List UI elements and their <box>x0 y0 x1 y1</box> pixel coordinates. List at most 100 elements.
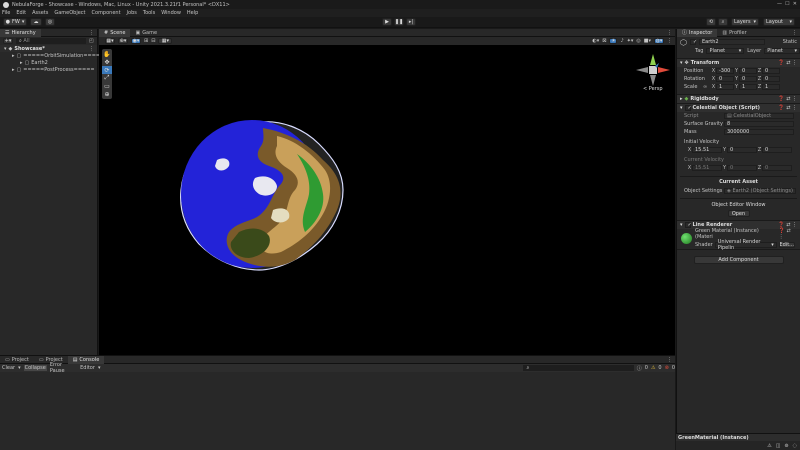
progress-icon[interactable]: ◌ <box>793 443 797 449</box>
initial-velocity-y-field[interactable]: 0 <box>727 147 757 153</box>
layout-dropdown[interactable]: Layout ▾ <box>763 18 795 26</box>
open-button[interactable]: Open <box>727 210 750 217</box>
cache-icon[interactable]: ◫ <box>776 443 781 449</box>
menu-tools[interactable]: Tools <box>143 10 155 16</box>
grid-icon[interactable]: ⊞ <box>144 38 148 44</box>
mass-field[interactable]: 3000000 <box>724 129 794 135</box>
tab-game[interactable]: ▣ Game <box>130 29 162 37</box>
menu-jobs[interactable]: Jobs <box>127 10 137 16</box>
shading-mode-icon[interactable]: ◐▾ <box>592 38 599 44</box>
rotate-tool-icon[interactable]: ⟳ <box>102 66 112 74</box>
preview-header[interactable]: GreenMaterial (Instance) <box>676 433 800 441</box>
scale-x-field[interactable]: 1 <box>716 84 734 90</box>
chevron-down-icon[interactable]: ▾ <box>18 365 21 371</box>
shader-dropdown[interactable]: Universal Render Pipelin ▾ <box>714 239 777 251</box>
hand-tool-icon[interactable]: ✋ <box>102 50 112 58</box>
transform-tool-icon[interactable]: ⊕ <box>102 90 112 98</box>
transform-header[interactable]: ▾ ✥ Transform ❓ ⇄ ⋮ <box>677 58 800 67</box>
more-options-icon[interactable]: ⋮ <box>667 30 672 36</box>
snap-icon[interactable]: ⊟ <box>151 38 155 44</box>
static-toggle[interactable]: Static <box>783 39 797 45</box>
add-button[interactable]: +▾ <box>3 38 13 44</box>
component-options-icon[interactable]: ❓ ⇄ ⋮ <box>779 228 797 240</box>
list-item[interactable]: ▸ ▢ =====OrbitSimulation===== <box>0 52 104 59</box>
info-count-icon[interactable]: ⓘ <box>637 365 642 372</box>
menu-file[interactable]: File <box>2 10 10 16</box>
audio-toggle-icon[interactable]: ♪ <box>620 38 623 44</box>
tab-inspector[interactable]: ⓘ Inspector <box>677 28 718 37</box>
menu-assets[interactable]: Assets <box>32 10 48 16</box>
position-z-field[interactable]: 0 <box>762 68 780 74</box>
more-options-icon[interactable]: ⋮ <box>667 357 672 363</box>
warning-count-icon[interactable]: ⚠ <box>651 365 655 371</box>
clear-button[interactable]: Clear <box>2 365 15 371</box>
scale-z-field[interactable]: 1 <box>762 84 780 90</box>
increment-snap-button[interactable]: ▦▾ <box>158 38 173 44</box>
draw-mode-button[interactable]: ▦▾ <box>105 38 115 44</box>
object-name-field[interactable]: Earth2 <box>698 39 765 45</box>
list-item[interactable]: ▾ ◆ Showcase* ⋮ <box>0 45 97 52</box>
scene-orientation-gizmo[interactable]: < Persp <box>635 53 671 97</box>
list-item[interactable]: ▸ ▢ Earth2 <box>0 59 97 66</box>
layer-dropdown[interactable]: Planet ▾ <box>764 48 800 54</box>
tab-scene[interactable]: # Scene <box>99 28 131 37</box>
position-x-field[interactable]: -300 <box>716 68 734 74</box>
rotation-y-field[interactable]: 0 <box>739 76 757 82</box>
search-button[interactable]: ⌕ <box>718 18 728 26</box>
lighting-toggle-button[interactable]: ☀ <box>609 38 618 44</box>
console-search-input[interactable]: ⌕ <box>523 365 634 371</box>
window-controls[interactable]: — ☐ ✕ <box>777 1 797 7</box>
history-button[interactable]: ⟲ <box>706 18 716 26</box>
menu-gameobject[interactable]: GameObject <box>54 10 85 16</box>
hidden-objects-icon[interactable]: ◎ <box>636 38 640 44</box>
planet-earth2[interactable] <box>177 114 347 274</box>
layers-dropdown[interactable]: Layers ▾ <box>731 18 759 26</box>
console-warning-icon[interactable]: ⚠ <box>767 443 771 449</box>
surface-gravity-field[interactable]: 8 <box>724 121 794 127</box>
celestial-object-header[interactable]: ▾ ✓ Celestial Object (Script) ❓ ⇄ ⋮ <box>677 103 800 112</box>
menu-component[interactable]: Component <box>92 10 121 16</box>
rigidbody-header[interactable]: ▸ ◆ Rigidbody ❓ ⇄ ⋮ <box>677 94 800 103</box>
collab-status-icon[interactable]: ⊚ <box>784 443 788 449</box>
initial-velocity-x-field[interactable]: 15.51 <box>692 147 722 153</box>
effects-icon[interactable]: ✦▾ <box>627 38 634 44</box>
tab-hierarchy[interactable]: ☰ Hierarchy <box>0 28 41 37</box>
hierarchy-search-input[interactable]: ⌕ All <box>16 38 86 44</box>
camera-icon[interactable]: ■▾ <box>644 38 651 44</box>
initial-velocity-z-field[interactable]: 0 <box>762 147 792 153</box>
edit-shader-button[interactable]: Edit... <box>778 242 795 248</box>
rect-tool-icon[interactable]: ▭ <box>102 82 112 90</box>
rotation-x-field[interactable]: 0 <box>716 76 734 82</box>
component-options-icon[interactable]: ❓ ⇄ ⋮ <box>778 105 797 111</box>
global-button[interactable]: ◉▾ <box>131 38 141 44</box>
tab-profiler[interactable]: ▥ Profiler <box>717 29 751 37</box>
tab-project[interactable]: ▭ Project <box>0 356 34 364</box>
account-button[interactable]: ● FW ▾ <box>3 18 27 26</box>
link-icon[interactable]: ∞ <box>703 84 711 90</box>
more-options-icon[interactable]: ⋮ <box>667 38 672 44</box>
scale-tool-icon[interactable]: ⤢ <box>102 74 112 82</box>
more-options-icon[interactable]: ⋮ <box>89 30 94 36</box>
position-y-field[interactable]: 0 <box>739 68 757 74</box>
scale-y-field[interactable]: 1 <box>739 84 757 90</box>
menu-edit[interactable]: Edit <box>16 10 26 16</box>
menu-help[interactable]: Help <box>187 10 198 16</box>
component-options-icon[interactable]: ❓ ⇄ ⋮ <box>778 96 797 102</box>
2d-toggle-icon[interactable]: ⊠ <box>602 38 606 44</box>
editor-dropdown[interactable]: Editor <box>80 365 95 371</box>
chevron-down-icon[interactable]: ▾ <box>98 365 101 371</box>
move-tool-icon[interactable]: ✥ <box>102 58 112 66</box>
lock-icon[interactable]: ◰ <box>89 38 94 44</box>
active-checkbox[interactable]: ✓ <box>689 39 697 45</box>
component-options-icon[interactable]: ❓ ⇄ ⋮ <box>778 60 797 66</box>
more-options-icon[interactable]: ⋮ <box>89 46 94 52</box>
add-component-button[interactable]: Add Component <box>693 256 784 264</box>
tag-dropdown[interactable]: Planet ▾ <box>706 48 745 54</box>
more-options-icon[interactable]: ⋮ <box>792 30 797 36</box>
list-item[interactable]: ▸ ▢ =====PostProcess===== <box>0 66 97 73</box>
error-count-icon[interactable]: ⊗ <box>665 365 669 371</box>
collapse-button[interactable]: Collapse <box>23 365 47 371</box>
error-pause-button[interactable]: Error Pause <box>50 362 77 374</box>
play-button[interactable]: ▶ <box>382 18 392 26</box>
collab-button[interactable]: ◎ <box>45 18 55 26</box>
